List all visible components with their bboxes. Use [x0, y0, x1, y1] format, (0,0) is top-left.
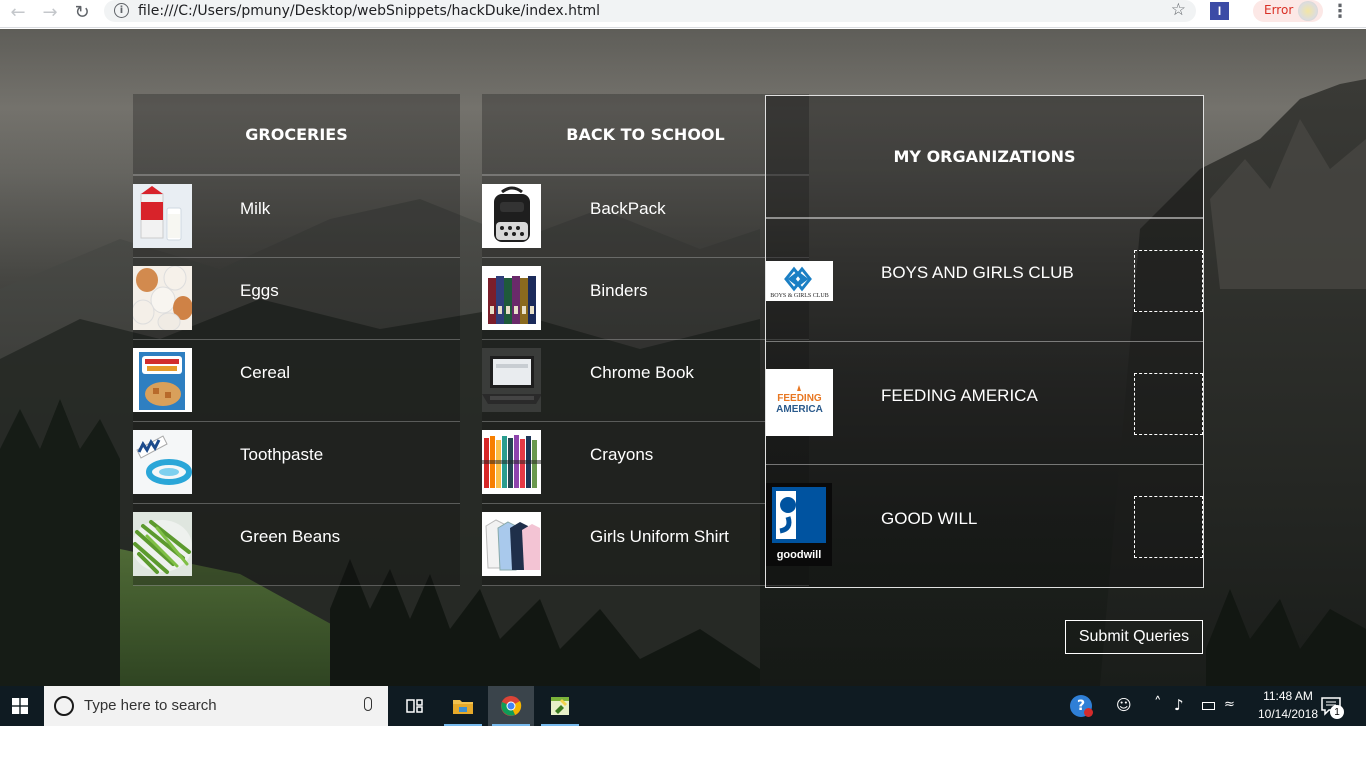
people-icon[interactable]: ☺ — [1116, 696, 1132, 714]
list-item-backpack[interactable]: BackPack — [482, 176, 809, 258]
taskbar-search-box[interactable]: Type here to search — [44, 686, 388, 726]
back-arrow-icon[interactable]: ← — [6, 0, 30, 24]
item-label: Chrome Book — [590, 363, 694, 382]
list-item-milk[interactable]: Milk — [133, 176, 460, 258]
list-item-toothpaste[interactable]: Toothpaste — [133, 422, 460, 504]
feeding-america-logo: FEEDING AMERICA — [766, 369, 833, 436]
reload-icon[interactable]: ↻ — [70, 0, 94, 24]
item-label: Green Beans — [240, 527, 341, 546]
list-item-chrome-book[interactable]: Chrome Book — [482, 340, 809, 422]
org-row-feeding-america[interactable]: FEEDING AMERICA FEEDING AMERICA — [766, 342, 1203, 465]
crayons-icon — [482, 430, 541, 494]
chrome-icon[interactable] — [488, 686, 534, 726]
forward-arrow-icon[interactable]: → — [38, 0, 62, 24]
extension-icon[interactable]: I — [1210, 2, 1229, 20]
org-label: BOYS AND GIRLS CLUB — [881, 263, 1074, 282]
milk-carton-icon — [133, 184, 192, 248]
list-item-cereal[interactable]: Cereal — [133, 340, 460, 422]
list-item-binders[interactable]: Binders — [482, 258, 809, 340]
groceries-column: GROCERIES Milk Eggs Cereal Toothpaste Gr… — [133, 94, 460, 586]
more-menu-icon[interactable]: ⋮ — [1331, 0, 1349, 22]
battery-icon[interactable] — [1202, 702, 1215, 710]
cortana-icon — [54, 696, 74, 716]
clock-date[interactable]: 10/14/2018 — [1246, 707, 1330, 721]
svg-text:FEEDING: FEEDING — [777, 393, 822, 404]
org-row-boys-and-girls-club[interactable]: BOYS & GIRLS CLUB BOYS AND GIRLS CLUB — [766, 219, 1203, 342]
boys-and-girls-club-logo: BOYS & GIRLS CLUB — [766, 261, 833, 301]
notepad-plus-plus-icon[interactable] — [537, 686, 583, 726]
clock-time[interactable]: 11:48 AM — [1252, 689, 1324, 703]
back-to-school-title: BACK TO SCHOOL — [482, 94, 809, 176]
org-drop-zone[interactable] — [1134, 373, 1203, 435]
system-tray: ? ☺ ˄ ♪ ≈ 11:48 AM 10/14/2018 1 — [1066, 686, 1366, 726]
info-icon[interactable]: i — [114, 3, 129, 18]
org-label: FEEDING AMERICA — [881, 386, 1038, 405]
item-label: Girls Uniform Shirt — [590, 527, 729, 546]
item-label: Eggs — [240, 281, 279, 300]
profile-error-chip[interactable]: Error — [1253, 0, 1323, 22]
item-label: Milk — [240, 199, 271, 218]
address-bar[interactable]: i file:///C:/Users/pmuny/Desktop/webSnip… — [104, 0, 1196, 22]
bottom-blank-area — [0, 726, 1366, 768]
list-item-eggs[interactable]: Eggs — [133, 258, 460, 340]
item-label: Crayons — [590, 445, 654, 464]
org-drop-zone[interactable] — [1134, 250, 1203, 312]
file-explorer-icon[interactable] — [440, 686, 486, 726]
volume-icon[interactable]: ♪ — [1174, 696, 1184, 714]
microphone-icon[interactable] — [364, 697, 372, 711]
my-organizations-title: MY ORGANIZATIONS — [766, 96, 1203, 219]
shirts-icon — [482, 512, 541, 576]
list-item-girls-uniform-shirt[interactable]: Girls Uniform Shirt — [482, 504, 809, 586]
logo-text: BOYS & GIRLS CLUB — [770, 293, 829, 299]
svg-text:AMERICA: AMERICA — [776, 404, 823, 415]
goodwill-logo: goodwill — [766, 483, 832, 566]
item-label: Cereal — [240, 363, 291, 382]
back-to-school-column: BACK TO SCHOOL BackPack Binders Chrome B… — [482, 94, 809, 586]
bookmark-star-icon[interactable]: ☆ — [1171, 0, 1186, 20]
svg-text:goodwill: goodwill — [777, 549, 822, 561]
binders-icon — [482, 266, 541, 330]
chevron-up-icon[interactable]: ˄ — [1154, 694, 1162, 712]
error-label: Error — [1264, 3, 1294, 17]
item-label: Binders — [590, 281, 648, 300]
org-row-good-will[interactable]: goodwill GOOD WILL — [766, 465, 1203, 588]
item-label: BackPack — [590, 199, 666, 218]
task-view-icon[interactable] — [392, 686, 438, 726]
org-label: GOOD WILL — [881, 509, 978, 528]
toothpaste-icon — [133, 430, 192, 494]
cereal-box-icon — [133, 348, 192, 412]
org-drop-zone[interactable] — [1134, 496, 1203, 558]
green-beans-icon — [133, 512, 192, 576]
url-text[interactable]: file:///C:/Users/pmuny/Desktop/webSnippe… — [138, 3, 600, 19]
search-placeholder: Type here to search — [84, 697, 217, 714]
list-item-green-beans[interactable]: Green Beans — [133, 504, 460, 586]
windows-start-icon[interactable] — [0, 686, 40, 726]
groceries-title: GROCERIES — [133, 94, 460, 176]
submit-queries-button[interactable]: Submit Queries — [1065, 620, 1203, 654]
notification-count-badge: 1 — [1330, 705, 1344, 719]
backpack-icon — [482, 184, 541, 248]
list-item-crayons[interactable]: Crayons — [482, 422, 809, 504]
alert-dot-icon — [1084, 708, 1093, 717]
item-label: Toothpaste — [240, 445, 324, 464]
laptop-icon — [482, 348, 541, 412]
avatar — [1298, 1, 1318, 21]
browser-toolbar: ← → ↻ i file:///C:/Users/pmuny/Desktop/w… — [0, 0, 1366, 28]
my-organizations-panel: MY ORGANIZATIONS BOYS & GIRLS CLUB BOYS … — [765, 95, 1204, 588]
wifi-icon[interactable]: ≈ — [1224, 697, 1235, 712]
windows-taskbar: Type here to search ? ☺ ˄ ♪ ≈ 11:48 AM 1… — [0, 686, 1366, 726]
eggs-icon — [133, 266, 192, 330]
page-background: GROCERIES Milk Eggs Cereal Toothpaste Gr… — [0, 29, 1366, 686]
